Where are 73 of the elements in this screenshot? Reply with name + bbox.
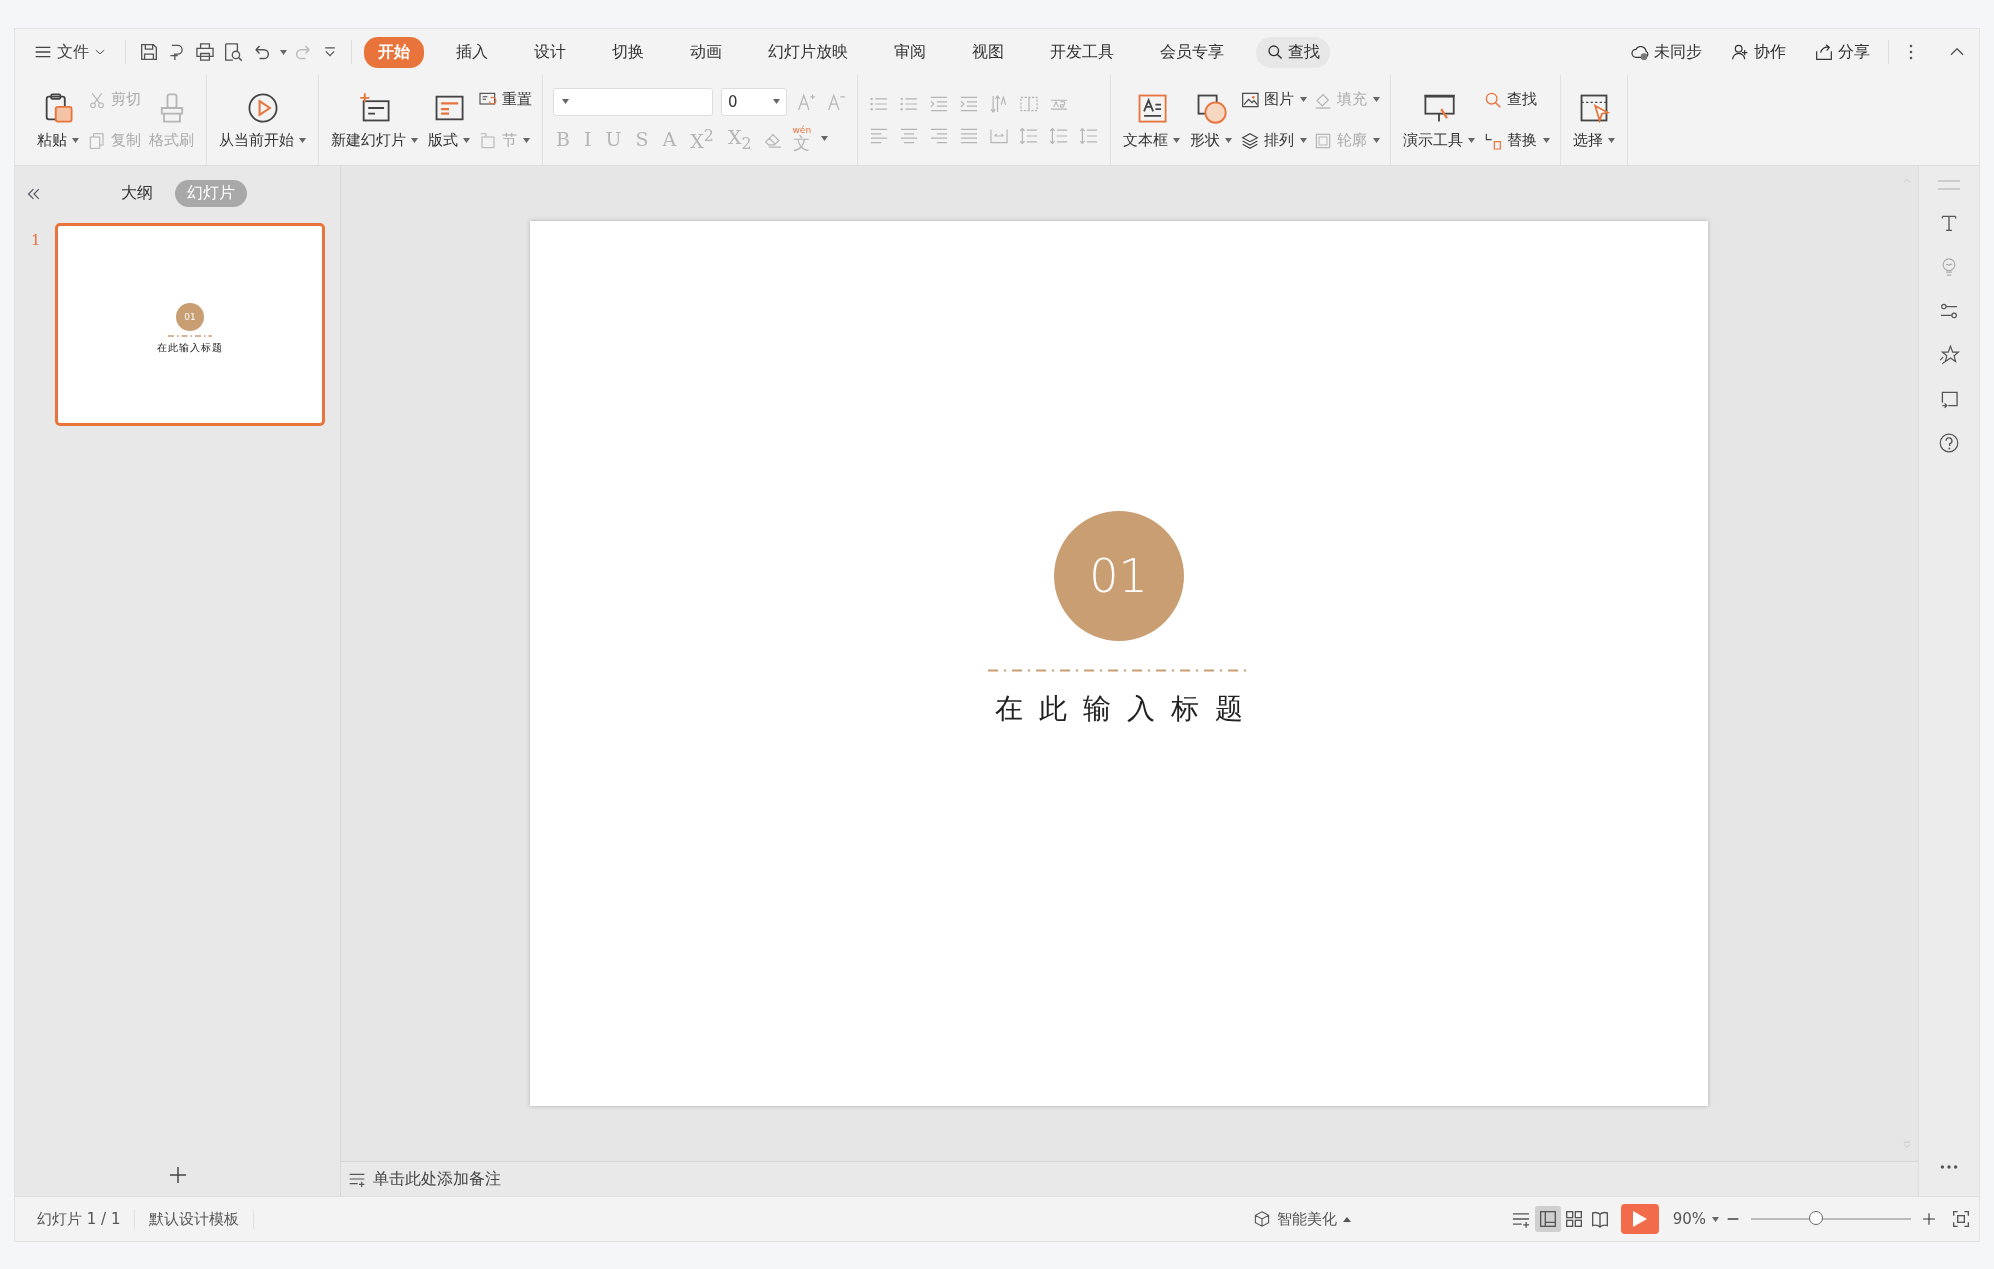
caret-icon (1342, 1216, 1351, 1222)
dashed-line (168, 334, 212, 337)
ribbon-tab[interactable]: 会员专享 (1146, 36, 1238, 68)
layers-icon (1240, 130, 1260, 151)
ribbon-tab[interactable]: 插入 (442, 36, 502, 68)
toolbar-action[interactable]: 协作 (1724, 40, 1792, 64)
play-button[interactable] (1620, 1204, 1659, 1234)
grip-handle[interactable] (1938, 180, 1960, 190)
file-menu[interactable]: 文件 (27, 37, 113, 67)
ribbon-button[interactable]: 文本框 (1121, 90, 1182, 150)
ribbon-button[interactable]: 选择 (1571, 90, 1617, 150)
line-spacing-icon[interactable] (1018, 125, 1040, 147)
toolbar-action[interactable]: 未同步 (1624, 40, 1708, 64)
ribbon-tab[interactable]: 动画 (676, 36, 736, 68)
ribbon-tab[interactable]: 设计 (520, 36, 580, 68)
ribbon-tab[interactable]: 审阅 (880, 36, 940, 68)
ribbon-button[interactable]: 图片 (1240, 89, 1307, 110)
print-preview-icon[interactable] (222, 41, 244, 63)
book-icon (1589, 1209, 1610, 1229)
grid-icon (1563, 1209, 1584, 1229)
print-icon[interactable] (194, 41, 216, 63)
ribbon-button[interactable]: 新建幻灯片 (329, 90, 420, 150)
ribbon-button[interactable]: 替换 (1483, 130, 1550, 151)
ribbon-button[interactable]: 排列 (1240, 130, 1307, 151)
toolbar-action[interactable]: 分享 (1808, 40, 1876, 64)
zoom-in-icon[interactable] (1921, 1211, 1937, 1227)
ribbon-tab[interactable]: 视图 (958, 36, 1018, 68)
number-circle: 01 (176, 302, 204, 331)
save-icon[interactable] (138, 41, 160, 63)
beautify-button[interactable]: 智能美化 (1246, 1208, 1357, 1230)
slide-number: 1 (31, 230, 42, 251)
panel-tab[interactable]: 大纲 (109, 180, 165, 207)
spacing-icon[interactable] (1078, 125, 1100, 147)
slide-title[interactable]: 在此输入标题 (978, 690, 1259, 728)
notes-placeholder: 单击此处添加备注 (373, 1168, 501, 1190)
caret-icon (280, 49, 287, 55)
ribbon-button[interactable]: 粘贴 (35, 90, 81, 150)
help-icon[interactable] (1938, 432, 1960, 454)
person-add-icon (1730, 42, 1750, 62)
number-circle: 01 (1053, 511, 1184, 641)
thumbnail-title: 在此输入标题 (157, 340, 223, 355)
star-icon[interactable] (1938, 344, 1960, 366)
caret-icon (562, 99, 569, 105)
ribbon-button[interactable]: 重置 (478, 89, 532, 110)
ribbon-tab[interactable]: 开发工具 (1036, 36, 1128, 68)
ribbon-button[interactable]: 查找 (1483, 89, 1550, 110)
section-icon (478, 130, 498, 151)
search-button[interactable]: 查找 (1256, 36, 1330, 68)
cube-icon (1252, 1210, 1271, 1228)
caret-icon (821, 136, 829, 142)
paragraph-spacing-icon[interactable] (1048, 125, 1070, 147)
font-size-field[interactable]: 0 (721, 87, 787, 116)
zoom-level[interactable]: 90% (1666, 1210, 1725, 1228)
slide-thumbnail[interactable]: 01 在此输入标题 (55, 223, 325, 426)
ribbon-button[interactable]: 从当前开始 (217, 90, 308, 150)
slider-thumb[interactable] (1808, 1211, 1823, 1225)
slide-count: 幻灯片 1 / 1 (23, 1209, 136, 1229)
ribbon-button[interactable]: 形状 (1188, 90, 1234, 150)
normal-view-button[interactable] (1534, 1206, 1561, 1232)
fit-window-icon[interactable] (1951, 1209, 1971, 1229)
normal-view-icon (1537, 1209, 1558, 1229)
play-icon (1632, 1211, 1647, 1227)
caret-icon (1712, 1216, 1719, 1222)
copy-icon (87, 130, 107, 151)
ribbon-tab[interactable]: 切换 (598, 36, 658, 68)
ribbon-tab[interactable]: 幻灯片放映 (754, 36, 862, 68)
share-icon (1814, 42, 1834, 62)
font-name-field[interactable] (553, 87, 713, 116)
search-icon (1266, 43, 1284, 61)
caret-icon (773, 99, 780, 105)
ribbon-button[interactable]: 演示工具 (1401, 90, 1477, 150)
ribbon-button[interactable]: 版式 (426, 90, 472, 150)
template-name: 默认设计模板 (135, 1209, 255, 1229)
